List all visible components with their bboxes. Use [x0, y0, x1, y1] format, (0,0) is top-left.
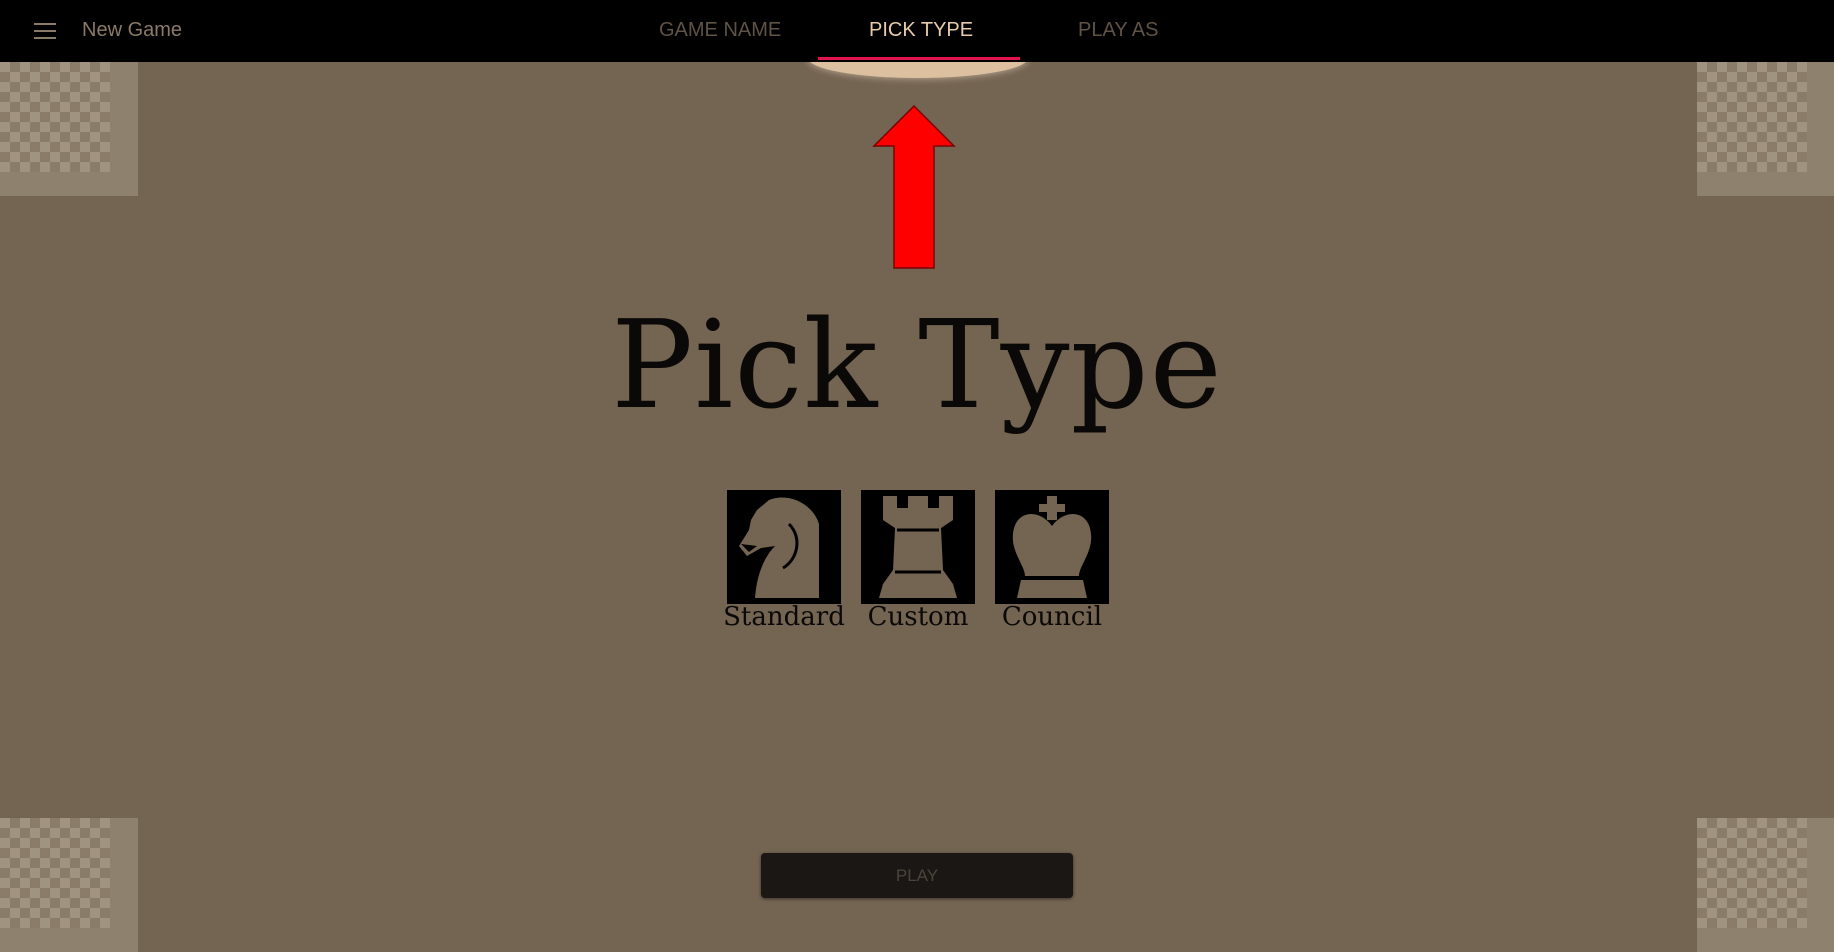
tab-pick-type[interactable]: PICK TYPE: [869, 19, 973, 42]
knight-icon: [727, 490, 841, 604]
play-button[interactable]: PLAY: [761, 853, 1073, 898]
type-label-standard: Standard: [723, 602, 845, 632]
tab-play-as[interactable]: PLAY AS: [1078, 19, 1158, 42]
tab-game-name[interactable]: GAME NAME: [659, 19, 781, 42]
type-option-standard[interactable]: Standard: [723, 490, 845, 638]
red-arrow-up-icon: [872, 104, 956, 269]
type-option-council[interactable]: Council: [995, 490, 1109, 638]
app-title: New Game: [82, 19, 183, 41]
king-icon: [995, 490, 1109, 604]
corner-decoration-top-right: [1697, 62, 1834, 200]
corner-decoration-bottom-left: [0, 818, 138, 952]
type-label-custom: Custom: [867, 602, 969, 632]
rook-icon: [861, 490, 975, 604]
hamburger-menu-icon[interactable]: [28, 18, 62, 44]
page-heading: Pick Type: [611, 294, 1223, 436]
type-option-custom[interactable]: Custom: [861, 490, 975, 638]
corner-decoration-top-left: [0, 62, 138, 200]
top-app-bar: New Game GAME NAME PICK TYPE PLAY AS: [0, 0, 1834, 62]
type-label-council: Council: [1001, 602, 1103, 632]
corner-decoration-bottom-right: [1697, 818, 1834, 952]
active-tab-indicator: [818, 57, 1020, 60]
